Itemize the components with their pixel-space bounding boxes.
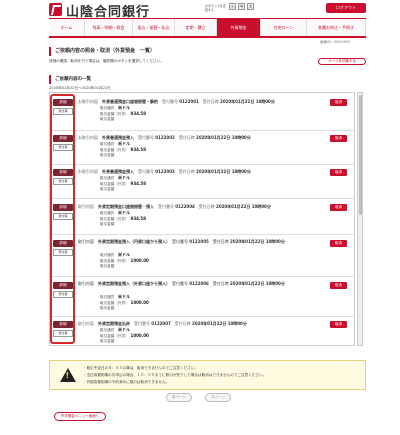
receipt-button[interactable]: 受付票: [53, 213, 73, 220]
main-nav: ホーム 残高・明細・照会 振込・振替・払込 定期・積立 外貨預金 住宅ローン 各…: [49, 18, 366, 38]
font-size-label: 文字サイズを変更する: [205, 4, 226, 12]
tx-amount-line: 取引金額: [100, 187, 115, 191]
tx-amount-line: 取引金額: [100, 306, 115, 310]
receipt-button[interactable]: 受付票: [53, 144, 73, 151]
list-item: 詳細 受付票 取引内容 外貨定期預金口座間振替・預入 受付番号 0122004 …: [50, 199, 354, 235]
cancel-button[interactable]: 取消: [330, 282, 347, 289]
tx-amount-line: 取引金額: [100, 117, 115, 121]
logout-button[interactable]: ログアウト: [326, 3, 366, 13]
bank-logo-icon: [49, 3, 62, 16]
detail-button[interactable]: 詳細: [53, 321, 73, 328]
cancel-button[interactable]: 取消: [330, 321, 347, 328]
detail-button[interactable]: 詳細: [53, 282, 73, 289]
tx-amount-line: 取引金額: [100, 264, 115, 268]
back-to-menu-button[interactable]: 外貨預金メニュー画面へ: [54, 412, 106, 421]
nav-balance[interactable]: 残高・明細・照会: [85, 19, 133, 36]
nav-applications[interactable]: 各種お申込・手続き: [307, 19, 366, 36]
list-scrollbar[interactable]: [357, 92, 363, 346]
cancel-button[interactable]: 取消: [330, 99, 347, 106]
detail-button[interactable]: 詳細: [53, 135, 73, 142]
tx-amount-line: 取引金額: [100, 153, 115, 157]
list-item: 詳細 受付票 お取引内容 外貨普通預金預入 受付番号 0122003 受付日時 …: [50, 165, 354, 199]
page-description: 詳細の確認、取消を行う場合は、最終欄のボタンを選択してください。: [49, 59, 164, 63]
font-size-medium-button[interactable]: 中: [238, 3, 245, 10]
request-list: 詳細 受付票 お取引内容 外貨普通預金口座間振替・解約 受付番号 0122001…: [49, 92, 355, 346]
cancel-button[interactable]: 取消: [330, 204, 347, 211]
tx-amount-line: 取引金額: [100, 339, 115, 343]
detail-button[interactable]: 詳細: [53, 169, 73, 176]
prev-page-button[interactable]: 前ページ: [166, 393, 192, 402]
nav-foreign-deposit[interactable]: 外貨預金: [217, 19, 261, 36]
receipt-button[interactable]: 受付票: [53, 291, 73, 298]
list-item: 詳細 受付票 取引内容 外貨定期預金預入（外貨口座から預入） 受付番号 0122…: [50, 277, 354, 317]
nav-time-deposit[interactable]: 定期・積立: [175, 19, 217, 36]
list-item: 詳細 受付票 取引内容 外貨定期預金預入（円貨口座から預入） 受付番号 0122…: [50, 235, 354, 277]
font-size-large-button[interactable]: 大: [247, 3, 254, 10]
date-range: 2020年01月22日～2020年01月22日: [49, 86, 111, 90]
notice-line: ・外国為替相場の予約済みに取引は取消できません。: [83, 380, 170, 384]
notice-line: ・取引予定日の９：５５以降は、取消できませんのでご注意ください。: [83, 366, 198, 370]
next-page-button[interactable]: 次ページ: [205, 393, 231, 402]
scrollbar-thumb[interactable]: [359, 95, 362, 215]
screen-id: 画面ID：BGS0003: [320, 40, 351, 44]
detail-button[interactable]: 詳細: [53, 204, 73, 211]
list-item: 詳細 受付票 お取引内容 外貨普通預金口座間振替・解約 受付番号 0122001…: [50, 93, 354, 131]
list-title: ご依頼内容の一覧: [49, 75, 366, 84]
nav-housing-loan[interactable]: 住宅ローン: [261, 19, 307, 36]
receipt-button[interactable]: 受付票: [53, 108, 73, 115]
header: 山陰合同銀行 文字サイズを変更する 小 中 大 ログアウト: [0, 0, 400, 20]
receipt-button[interactable]: 受付票: [53, 249, 73, 256]
font-size-small-button[interactable]: 小: [229, 3, 236, 10]
tx-amount-line: 取引金額: [100, 222, 115, 226]
list-item: 詳細 受付票 お取引内容 外貨普通預金預入 受付番号 0122002 受付日時 …: [50, 131, 354, 165]
page-title: ご依頼内容の照会・取消（外貨預金 一覧）: [49, 47, 366, 56]
record-line: 取引内容 外貨定期預金預入（外貨口座から預入） 受付番号 0122006 受付日…: [78, 281, 285, 286]
cancel-button[interactable]: 取消: [330, 240, 347, 247]
notice-line: ・当日為替相場のお申込の場合、１０：００までに取引が完了した場合は取消はできませ…: [83, 373, 267, 377]
detail-button[interactable]: 詳細: [53, 240, 73, 247]
receipt-button[interactable]: 受付票: [53, 330, 73, 337]
receipt-button[interactable]: 受付票: [53, 178, 73, 185]
cancel-button[interactable]: 取消: [330, 135, 347, 142]
cancel-button[interactable]: 取消: [330, 169, 347, 176]
record-line: 取引内容 外貨定期預金預入（円貨口座から預入） 受付番号 0122005 受付日…: [78, 239, 285, 244]
print-page-button[interactable]: ページを印刷する: [318, 58, 366, 65]
notice-box: ! ・取引予定日の９：５５以降は、取消できませんのでご注意ください。 ・当日為替…: [49, 360, 366, 390]
list-item: 詳細 受付票 取引内容 外貨定期預金払戻 受付番号 0122007 受付日時 2…: [50, 317, 354, 345]
detail-button[interactable]: 詳細: [53, 99, 73, 106]
nav-transfer[interactable]: 振込・振替・払込: [133, 19, 175, 36]
warning-exclamation: !: [65, 371, 70, 380]
nav-home[interactable]: ホーム: [49, 19, 85, 36]
